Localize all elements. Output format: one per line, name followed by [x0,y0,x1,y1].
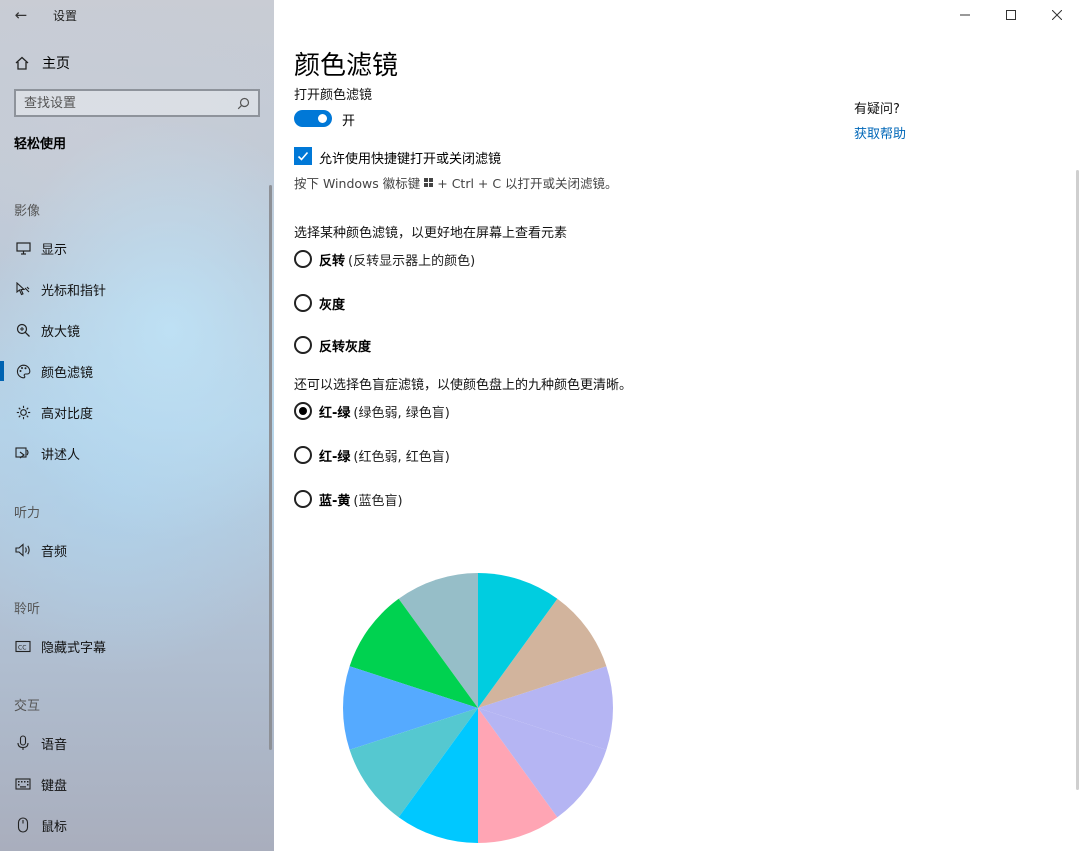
radio-grayscale[interactable]: 灰度 [294,293,348,313]
color-filter-toggle[interactable] [294,110,332,127]
checkmark-icon [297,151,309,161]
sidebar-scrollbar[interactable] [269,185,272,750]
close-icon [1052,10,1062,20]
help-title: 有疑问? [854,102,900,117]
sidebar-item-speech[interactable]: 语音 [0,727,274,759]
main-content: 颜色滤镜 打开颜色滤镜 开 允许使用快捷键打开或关闭滤镜 按下 Windows … [274,0,1080,851]
sidebar-item-mouse[interactable]: 鼠标 [0,809,274,841]
maximize-icon [1006,10,1016,20]
shortcut-hint-prefix: 按下 Windows 徽标键 [294,176,421,191]
color-wheel [342,572,614,844]
sidebar: ← 设置 主页 轻松使用 影像 显示 光标和指针 放大镜 [0,0,274,851]
filter-name: 灰度 [319,297,346,313]
sidebar-item-label: 光标和指针 [41,283,107,299]
minimize-icon [960,14,970,16]
cursor-icon [14,280,32,298]
sidebar-home[interactable]: 主页 [14,52,70,74]
shortcut-checkbox-label: 允许使用快捷键打开或关闭滤镜 [319,152,502,167]
magnifier-icon [14,321,32,339]
radio-button[interactable] [294,402,312,420]
captions-icon: CC [14,637,32,655]
sidebar-item-cursor[interactable]: 光标和指针 [0,273,274,305]
filter-name: 红-绿 [319,405,351,421]
get-help-link[interactable]: 获取帮助 [854,123,906,142]
sidebar-home-label: 主页 [42,56,70,72]
radio-protanopia[interactable]: 红-绿 (红色弱, 红色盲) [294,445,450,465]
mouse-icon [14,816,32,834]
filter-name: 红-绿 [319,449,351,465]
sidebar-item-label: 音频 [41,544,68,560]
shortcut-hint-suffix: + Ctrl + C 以打开或关闭滤镜。 [437,176,618,191]
filter-desc: (绿色弱, 绿色盲) [353,405,450,421]
main-scrollbar[interactable] [1076,170,1079,790]
filter-desc: (反转显示器上的颜色) [348,253,476,269]
filter-prompt: 选择某种颜色滤镜，以更好地在屏幕上查看元素 [294,226,568,241]
speaker-icon [14,541,32,559]
radio-deuteranopia[interactable]: 红-绿 (绿色弱, 绿色盲) [294,401,450,421]
radio-button[interactable] [294,294,312,312]
sidebar-item-label: 语音 [41,737,68,753]
close-button[interactable] [1034,0,1080,30]
home-icon [15,56,29,70]
sidebar-item-audio[interactable]: 音频 [0,534,274,566]
category-title: 轻松使用 [14,137,67,152]
sidebar-item-keyboard[interactable]: 键盘 [0,768,274,800]
back-arrow-icon[interactable]: ← [12,6,30,24]
app-title: 设置 [53,9,78,23]
toggle-knob [318,114,327,123]
title-bar-left: ← 设置 [0,0,274,30]
section-header-vision: 影像 [14,204,41,219]
sidebar-item-label: 鼠标 [41,819,68,835]
keyboard-icon [14,775,32,793]
filter-desc: (红色弱, 红色盲) [353,449,450,465]
windows-logo-icon [424,178,434,187]
shortcut-checkbox[interactable] [294,147,312,165]
minimize-button[interactable] [942,0,988,30]
radio-invert[interactable]: 反转 (反转显示器上的颜色) [294,249,475,269]
toggle-state: 开 [342,114,356,129]
monitor-icon [14,239,32,257]
search-icon[interactable] [237,97,250,110]
window-controls [942,0,1080,30]
radio-button[interactable] [294,250,312,268]
radio-tritanopia[interactable]: 蓝-黄 (蓝色盲) [294,489,403,509]
section-header-hearing: 听力 [14,506,41,521]
brightness-icon [14,403,32,421]
sidebar-item-high-contrast[interactable]: 高对比度 [0,396,274,428]
radio-button[interactable] [294,446,312,464]
section-header-interaction: 交互 [14,699,41,714]
sidebar-item-label: 颜色滤镜 [41,365,94,381]
sidebar-item-label: 讲述人 [41,447,81,463]
microphone-icon [14,734,32,752]
sidebar-item-color-filters[interactable]: 颜色滤镜 [0,355,274,387]
sidebar-item-display[interactable]: 显示 [0,232,274,264]
radio-invert-grayscale[interactable]: 反转灰度 [294,335,374,355]
radio-button[interactable] [294,336,312,354]
shortcut-hint: 按下 Windows 徽标键 + Ctrl + C 以打开或关闭滤镜。 [294,173,618,192]
sidebar-item-label: 放大镜 [41,324,81,340]
maximize-button[interactable] [988,0,1034,30]
sidebar-item-label: 键盘 [41,778,68,794]
search-input[interactable] [24,95,237,111]
page-title: 颜色滤镜 [294,51,399,81]
sidebar-item-label: 高对比度 [41,406,94,422]
search-box[interactable] [14,89,260,117]
filter-name: 蓝-黄 [319,493,351,509]
sidebar-item-captions[interactable]: CC 隐藏式字幕 [0,630,274,662]
colorblind-prompt: 还可以选择色盲症滤镜，以使颜色盘上的九种颜色更清晰。 [294,378,633,393]
filter-name: 反转灰度 [319,339,372,355]
sidebar-item-label: 隐藏式字幕 [41,640,107,656]
filter-desc: (蓝色盲) [353,493,403,509]
color-wheel-svg [343,573,613,843]
toggle-label: 打开颜色滤镜 [294,88,373,103]
radio-button[interactable] [294,490,312,508]
narrator-icon [14,444,32,462]
section-header-listening: 聆听 [14,602,41,617]
sidebar-item-label: 显示 [41,242,68,258]
filter-name: 反转 [319,253,346,269]
palette-icon [14,362,32,380]
sidebar-item-narrator[interactable]: 讲述人 [0,437,274,469]
svg-text:CC: CC [18,644,26,651]
sidebar-item-magnifier[interactable]: 放大镜 [0,314,274,346]
